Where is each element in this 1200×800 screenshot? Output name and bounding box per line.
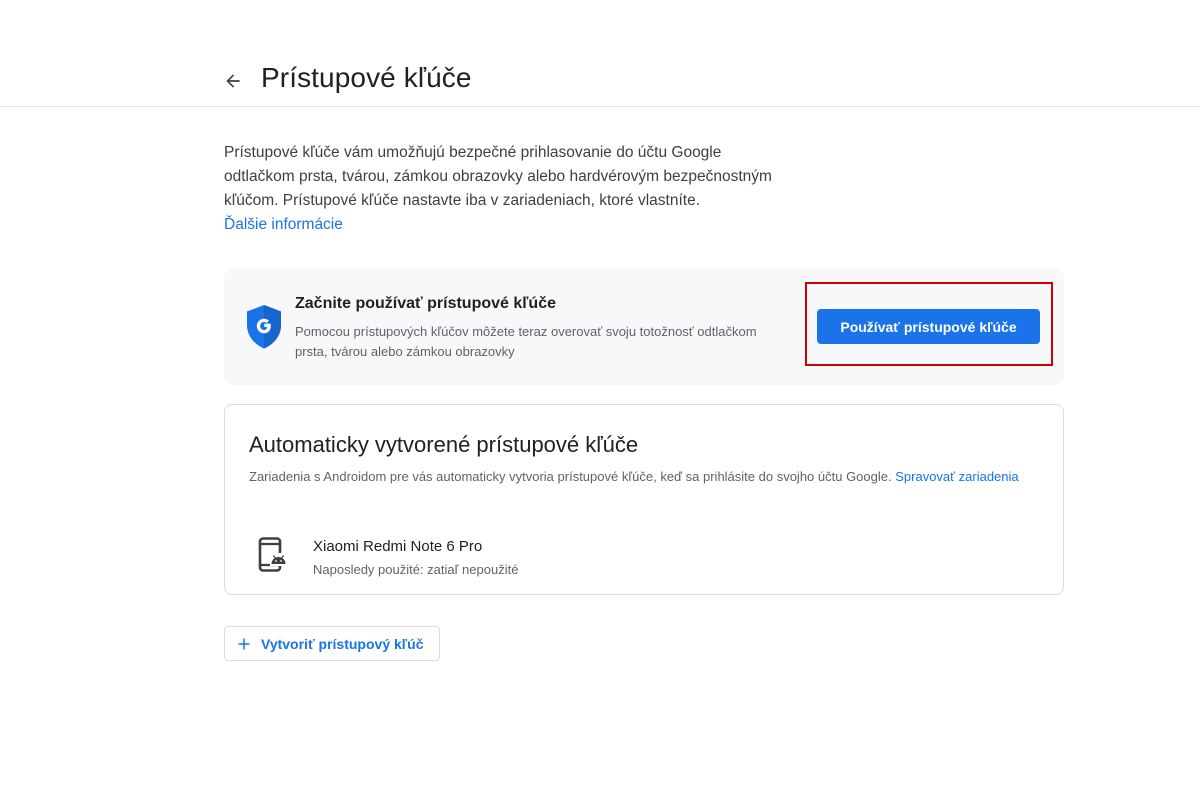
device-list-item[interactable]: Xiaomi Redmi Note 6 Pro Naposledy použit… xyxy=(249,533,949,581)
android-device-icon xyxy=(258,537,287,572)
passkeys-page: Prístupové kľúče Prístupové kľúče vám um… xyxy=(0,0,1200,800)
arrow-back-icon xyxy=(226,74,240,88)
page-header: Prístupové kľúče xyxy=(0,0,1200,107)
promo-title: Začnite používať prístupové kľúče xyxy=(295,295,556,312)
intro-section: Prístupové kľúče vám umožňujú bezpečné p… xyxy=(224,141,784,237)
create-passkey-label: Vytvoriť prístupový kľúč xyxy=(261,635,424,652)
back-button[interactable] xyxy=(218,66,248,96)
page-title: Prístupové kľúče xyxy=(261,62,472,93)
plus-icon xyxy=(237,637,251,651)
google-shield-icon xyxy=(247,305,281,349)
auto-description-text: Zariadenia s Androidom pre vás automatic… xyxy=(249,469,892,484)
intro-text: Prístupové kľúče vám umožňujú bezpečné p… xyxy=(224,144,772,209)
device-name: Xiaomi Redmi Note 6 Pro xyxy=(313,538,483,555)
create-passkey-button[interactable]: Vytvoriť prístupový kľúč xyxy=(224,626,440,661)
promo-description: Pomocou prístupových kľúčov môžete teraz… xyxy=(295,324,757,359)
auto-passkeys-card: Automaticky vytvorené prístupové kľúče Z… xyxy=(224,404,1064,595)
passkey-promo-card: Začnite používať prístupové kľúče Pomoco… xyxy=(224,268,1064,385)
auto-passkeys-title: Automaticky vytvorené prístupové kľúče xyxy=(249,432,639,457)
use-passkeys-button[interactable]: Používať prístupové kľúče xyxy=(817,309,1040,344)
auto-passkeys-description: Zariadenia s Androidom pre vás automatic… xyxy=(249,467,1039,487)
manage-devices-link[interactable]: Spravovať zariadenia xyxy=(895,469,1018,484)
device-last-used: Naposledy použité: zatiaľ nepoužité xyxy=(313,562,519,577)
learn-more-link[interactable]: Ďalšie informácie xyxy=(224,213,784,237)
